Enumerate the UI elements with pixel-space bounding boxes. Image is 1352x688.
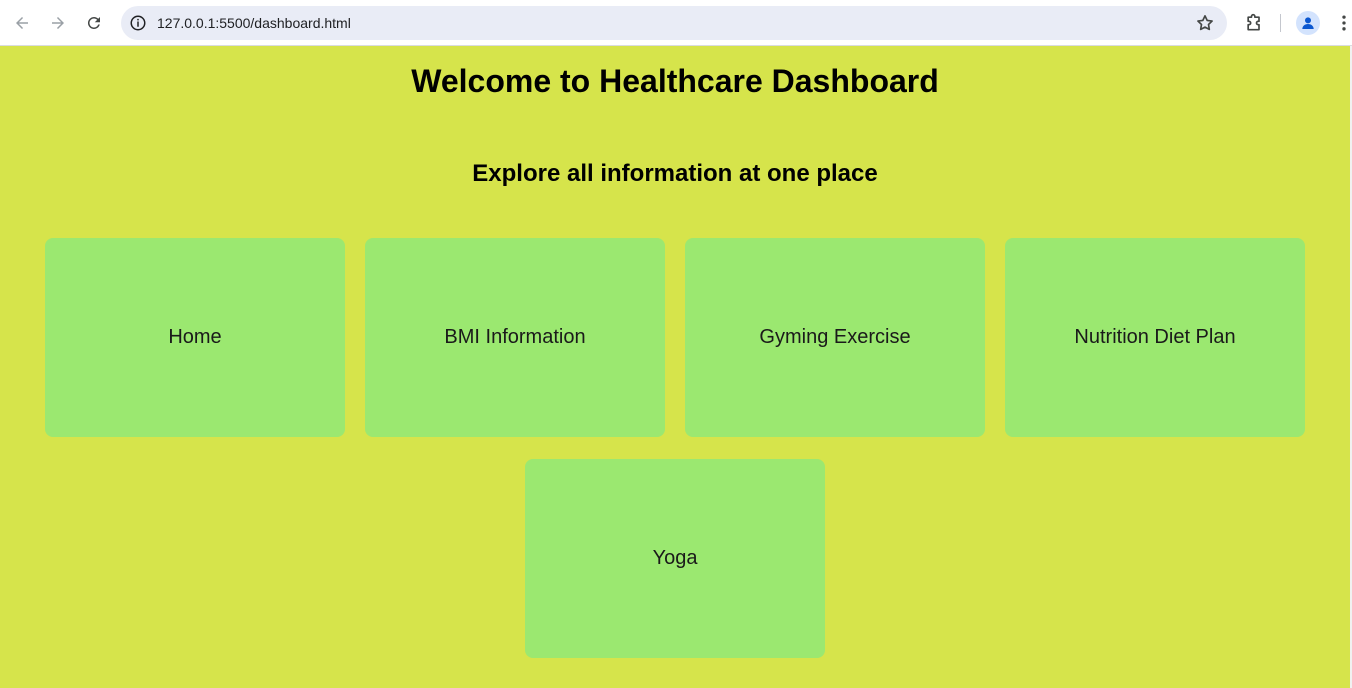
profile-button[interactable] xyxy=(1296,11,1320,35)
url-text[interactable]: 127.0.0.1:5500/dashboard.html xyxy=(157,15,351,31)
address-bar[interactable]: 127.0.0.1:5500/dashboard.html xyxy=(121,6,1227,40)
forward-button[interactable] xyxy=(44,9,72,37)
dashboard-page: Welcome to Healthcare Dashboard Explore … xyxy=(0,46,1350,688)
back-arrow-icon xyxy=(16,17,28,29)
card-bmi-information[interactable]: BMI Information xyxy=(365,238,665,437)
browser-toolbar: 127.0.0.1:5500/dashboard.html xyxy=(0,0,1352,46)
person-icon xyxy=(1302,17,1314,29)
card-gyming-exercise[interactable]: Gyming Exercise xyxy=(685,238,985,437)
card-home[interactable]: Home xyxy=(45,238,345,437)
page-subtitle: Explore all information at one place xyxy=(472,160,878,187)
back-button[interactable] xyxy=(8,9,36,37)
card-yoga[interactable]: Yoga xyxy=(525,459,825,658)
reload-icon xyxy=(87,16,100,29)
page-title: Welcome to Healthcare Dashboard xyxy=(411,63,939,99)
card-nutrition-diet-plan[interactable]: Nutrition Diet Plan xyxy=(1005,238,1305,437)
toolbar-divider xyxy=(1280,14,1281,32)
puzzle-icon xyxy=(1247,13,1260,31)
browser-menu-button[interactable] xyxy=(1332,11,1352,35)
forward-arrow-icon xyxy=(52,17,64,29)
star-icon[interactable] xyxy=(1195,13,1215,33)
kebab-menu-icon xyxy=(1342,15,1346,31)
info-icon[interactable] xyxy=(129,14,147,32)
extensions-button[interactable] xyxy=(1242,11,1266,35)
reload-button[interactable] xyxy=(80,9,108,37)
